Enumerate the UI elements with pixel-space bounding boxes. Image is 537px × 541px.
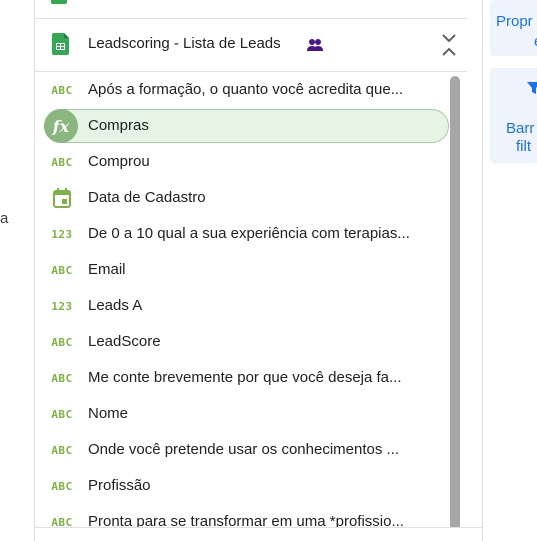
field-label: Após a formação, o quanto você acredita … — [88, 81, 404, 98]
field-item[interactable]: 123 Leads A — [35, 288, 447, 324]
field-list: ABC Após a formação, o quanto você acred… — [35, 72, 449, 540]
field-item[interactable]: Data de Cadastro — [35, 180, 447, 216]
field-label: Onde você pretende usar os conhecimentos… — [88, 441, 400, 458]
field-item[interactable]: ABC Me conte brevemente por que você des… — [35, 360, 447, 396]
text-type-icon: ABC — [51, 263, 73, 277]
field-label: Profissão — [88, 477, 151, 494]
field-label: Email — [88, 261, 126, 278]
field-label: Data de Cadastro — [88, 189, 206, 206]
data-source-header[interactable]: Leadscoring - Lista de Leads — [35, 19, 467, 72]
field-item[interactable]: ABC LeadScore — [35, 324, 447, 360]
field-label: Me conte brevemente por que você deseja … — [88, 369, 402, 386]
calendar-icon — [47, 180, 77, 216]
field-item[interactable]: ABC Email — [35, 252, 447, 288]
data-source-name: Leadscoring - Lista de Leads — [88, 35, 281, 52]
previous-data-source[interactable] — [35, 0, 467, 19]
people-icon — [307, 39, 323, 51]
filter-icon — [527, 82, 537, 94]
field-label: Leads A — [88, 297, 143, 314]
google-sheets-icon — [52, 33, 69, 55]
field-item[interactable]: ABC Após a formação, o quanto você acred… — [35, 72, 447, 108]
field-label: Comprou — [88, 153, 150, 170]
canvas-text-fragment: a — [0, 210, 9, 227]
field-item-selected[interactable]: fx Compras — [35, 108, 449, 144]
filter-bar-label: Barr — [506, 120, 535, 137]
filter-bar-label-2: filt — [516, 138, 531, 155]
text-type-icon: ABC — [51, 479, 73, 493]
field-label: Compras — [88, 117, 149, 134]
data-fields-panel: Leadscoring - Lista de Leads ABC Após a … — [34, 0, 483, 541]
field-item[interactable]: ABC Onde você pretende usar os conhecime… — [35, 432, 447, 468]
text-type-icon: ABC — [51, 155, 73, 169]
unfold-less-icon[interactable] — [438, 31, 460, 59]
calculated-field-icon: fx — [44, 109, 78, 143]
field-list-scrollbar-thumb[interactable] — [450, 76, 460, 541]
text-type-icon: ABC — [51, 335, 73, 349]
number-type-icon: 123 — [51, 299, 73, 313]
properties-tab-label: Propr — [496, 13, 533, 30]
field-item[interactable]: ABC Comprou — [35, 144, 447, 180]
field-item[interactable]: ABC Nome — [35, 396, 447, 432]
text-type-icon: ABC — [51, 83, 73, 97]
text-type-icon: ABC — [51, 371, 73, 385]
field-item[interactable]: ABC Profissão — [35, 468, 447, 504]
field-item[interactable]: 123 De 0 a 10 qual a sua experiência com… — [35, 216, 447, 252]
number-type-icon: 123 — [51, 227, 73, 241]
filter-bar-tab[interactable]: Barr filt — [490, 68, 537, 163]
panel-footer — [35, 527, 482, 541]
text-type-icon: ABC — [51, 443, 73, 457]
text-type-icon: ABC — [51, 407, 73, 421]
field-label: De 0 a 10 qual a sua experiência com ter… — [88, 225, 410, 242]
field-label: LeadScore — [88, 333, 161, 350]
properties-tab-label-2: e — [496, 32, 537, 52]
field-label: Nome — [88, 405, 129, 422]
google-sheets-icon — [51, 0, 67, 4]
properties-tab[interactable]: Propr e — [490, 0, 537, 56]
field-list-scrollbar[interactable] — [450, 76, 460, 541]
